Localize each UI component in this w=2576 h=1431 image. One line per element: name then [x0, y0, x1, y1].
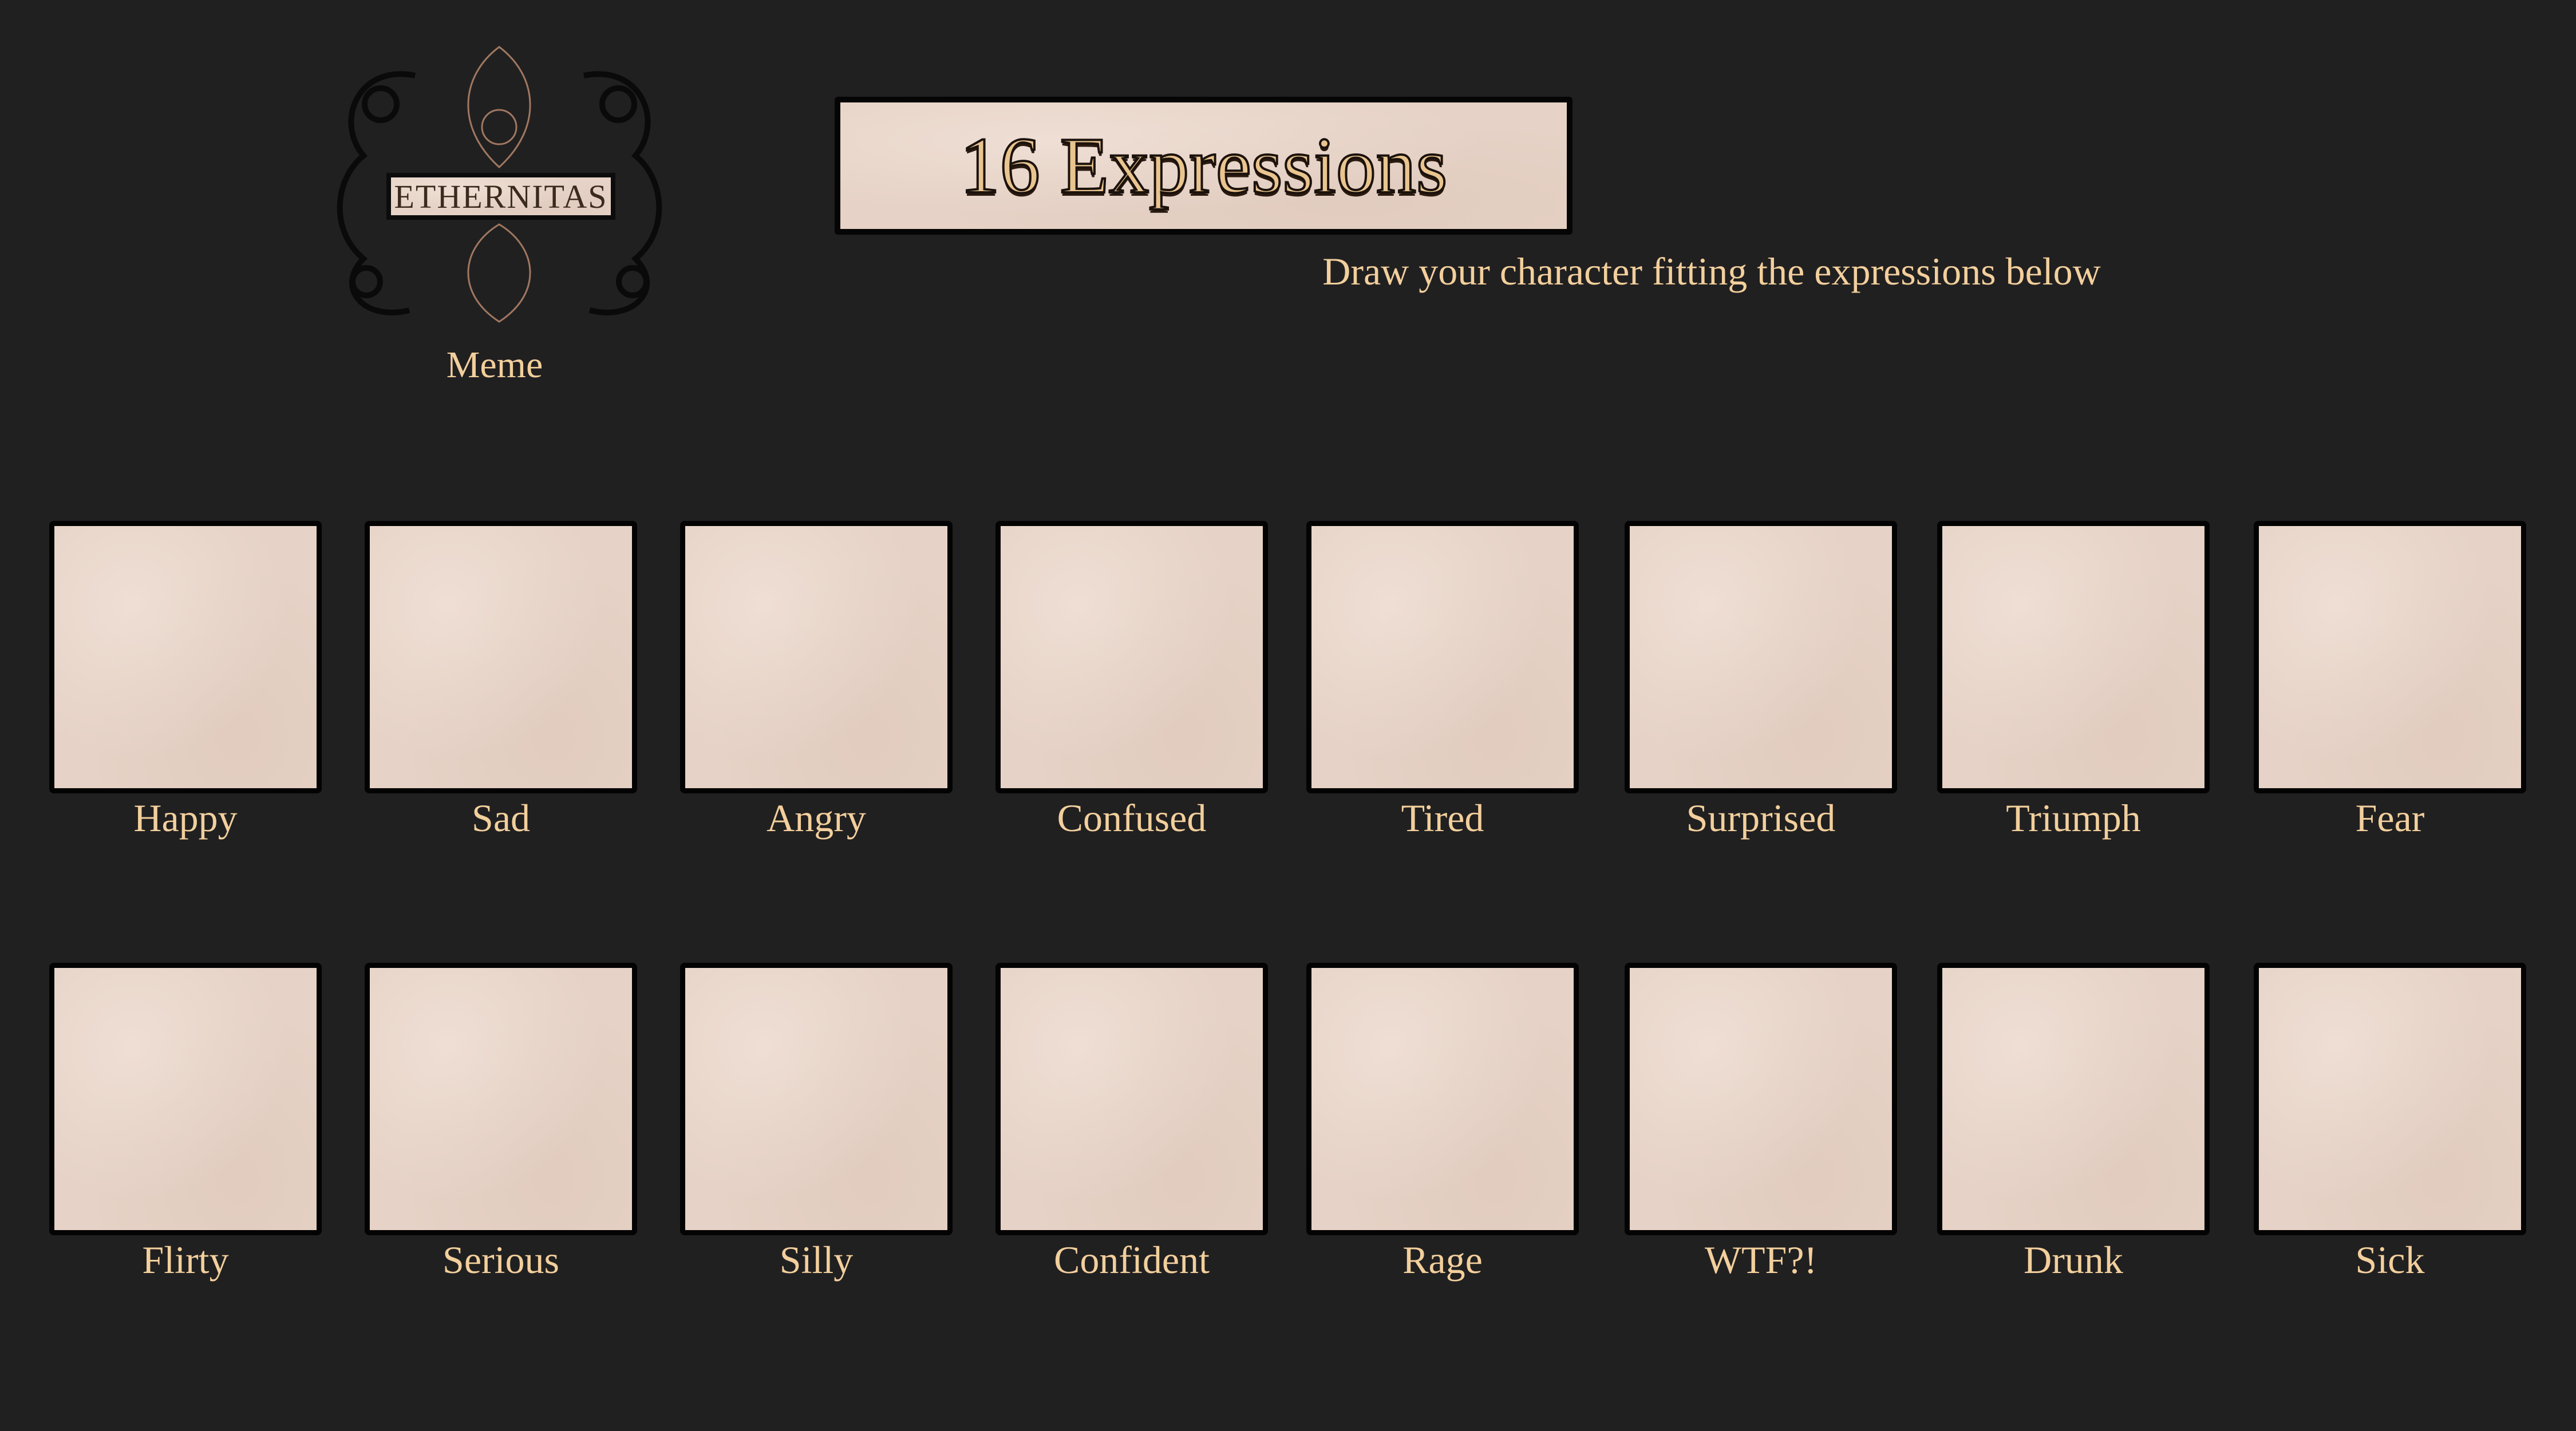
expression-panel[interactable] [2254, 521, 2526, 793]
expression-label: Serious [442, 1238, 559, 1282]
expression-label: Sad [472, 796, 530, 840]
expression-label: WTF?! [1704, 1238, 1818, 1282]
expression-panel[interactable] [680, 963, 953, 1235]
expression-panel[interactable] [1937, 963, 2210, 1235]
expression-label: Flirty [142, 1238, 229, 1282]
title-banner: 16 Expressions [835, 97, 1573, 235]
page-subtitle: Draw your character fitting the expressi… [1322, 250, 2101, 293]
expression-label: Rage [1402, 1238, 1483, 1282]
page-title: 16 Expressions [959, 120, 1449, 211]
expression-label: Fear [2355, 796, 2425, 840]
meme-caption: Meme [446, 344, 543, 386]
expression-panel[interactable] [365, 521, 637, 793]
expression-panel[interactable] [2254, 963, 2526, 1235]
expression-panel[interactable] [995, 963, 1268, 1235]
expression-panel[interactable] [1625, 521, 1897, 793]
expression-label: Triumph [2006, 796, 2141, 840]
expression-panel[interactable] [49, 521, 322, 793]
expression-label: Confident [1054, 1238, 1210, 1282]
expression-panel[interactable] [365, 963, 637, 1235]
expression-label: Surprised [1686, 796, 1836, 840]
ethernitas-logo: ETHERNITAS [312, 41, 687, 325]
expression-label: Silly [779, 1238, 854, 1282]
expression-panel[interactable] [995, 521, 1268, 793]
expression-panel[interactable] [1306, 521, 1579, 793]
expression-label: Happy [133, 796, 238, 840]
expression-panel[interactable] [1937, 521, 2210, 793]
expression-label: Tired [1401, 796, 1484, 840]
expression-panel[interactable] [1306, 963, 1579, 1235]
expression-panel[interactable] [1625, 963, 1897, 1235]
expression-panel[interactable] [680, 521, 953, 793]
logo-text: ETHERNITAS [386, 173, 615, 220]
expression-label: Sick [2355, 1238, 2425, 1282]
expression-label: Angry [767, 796, 866, 840]
expression-label: Confused [1057, 796, 1207, 840]
expression-panel[interactable] [49, 963, 322, 1235]
expression-label: Drunk [2024, 1238, 2123, 1282]
